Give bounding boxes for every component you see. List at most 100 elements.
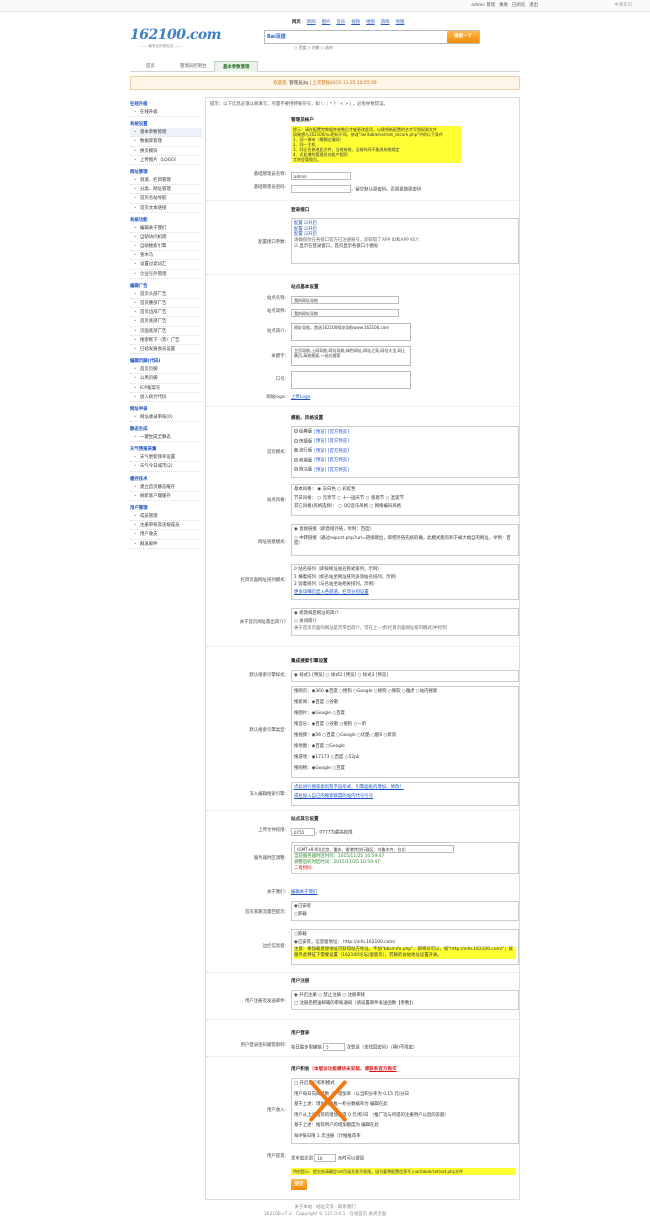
search-tab-game[interactable]: 游戏 xyxy=(381,20,390,26)
upload-perm-input[interactable]: 0755 xyxy=(291,828,315,836)
column-opt-1[interactable]: 1 横着排列（如名站坐网址排列多添站名排列，示例） xyxy=(294,575,516,581)
top-link-admin[interactable]: admin 管理 xyxy=(471,3,495,9)
side-info-opt-1[interactable]: ◉已安装，信息窗地址： http://info.162100.com/ xyxy=(294,940,516,946)
style-other[interactable]: 其它风格(风格选择)： ○ QQ音乐风格 ○ 网络编码风格 xyxy=(294,504,516,510)
sidebar-item[interactable]: 首页文本链接 xyxy=(130,204,202,213)
radio-icon[interactable] xyxy=(294,457,298,462)
tab-console[interactable]: 管理员控制台 xyxy=(172,61,214,72)
sidebar-item[interactable]: 首页腰部广告 xyxy=(130,299,202,308)
radio-icon[interactable] xyxy=(294,438,298,443)
sidebar-item[interactable]: 查木马 xyxy=(130,251,202,261)
search-tab-news[interactable]: 新闻 xyxy=(307,20,316,26)
about-intro-opt-1[interactable]: ○ 关闭简介 xyxy=(294,619,516,625)
search-input[interactable]: Bai百度 搜索一下 xyxy=(264,30,480,44)
sidebar-item[interactable]: 群发邮件 xyxy=(130,540,202,549)
sidebar-item[interactable]: 首页底部广告 xyxy=(130,317,202,327)
site-slogan-textarea[interactable] xyxy=(291,371,411,389)
income-buy-link[interactable]: 联系官方购买 xyxy=(369,1067,397,1072)
se-type-row[interactable]: 搜图片：◉Google ○百度 xyxy=(294,711,516,722)
sidebar-item[interactable]: 上传图片（LOGO） xyxy=(130,156,202,165)
sidebar-item[interactable]: 网址收录审核(0) xyxy=(130,413,202,422)
top-link-read[interactable]: 已阅览 xyxy=(512,3,525,9)
link-redirect[interactable]: ○ 中转链接（通过export.php?url=链接跳出，即把外链先统的确，此模… xyxy=(294,536,516,547)
search-tab-image[interactable]: 图片 xyxy=(322,20,331,26)
mode-preview-link[interactable]: [预览] [官方预览] xyxy=(314,468,349,473)
sidebar-item[interactable]: 公用页脚 xyxy=(130,374,202,384)
search-tab-music[interactable]: 音乐 xyxy=(336,20,345,26)
se-type-row[interactable]: 搜地图：◉百度 ○Google xyxy=(294,744,516,755)
se-deep-link-0[interactable]: 点此进行搜索类别及字段形式、引擎面板的增加、修改！ xyxy=(294,785,516,791)
register-mail-check[interactable]: □ 注册后把送邮箱的审核通知（请设置邮件发送函数【参数】） xyxy=(294,1001,516,1007)
traffic-opt-1[interactable]: ○卸载 xyxy=(294,912,516,918)
mode-option[interactable]: 经典版 [预览] [官方预览] xyxy=(294,429,516,439)
radio-icon[interactable] xyxy=(294,429,298,433)
sidebar-item[interactable]: 搜索框下（旁）广告 xyxy=(130,336,202,345)
se-type-row[interactable]: 搜视频：◉56 ○百度 ○Google ○优酷 ○酷6 ○新浪 xyxy=(294,733,516,744)
sidebar-item[interactable]: 首页头部广告 xyxy=(130,290,202,299)
mode-preview-link[interactable]: [预览] [官方预览] xyxy=(314,439,349,444)
sidebar-item[interactable]: 企业号外管理 xyxy=(130,270,202,279)
style-festival[interactable]: 节日风格： ○ 元宵节 ○ 十一国庆节 ○ 感恩节 ○ 圣诞节 xyxy=(294,496,516,502)
site-kw-textarea[interactable]: 主页导航,上网导航,网址导航,绿色网址,网址之家,网址大全,网上黄页,高效搜索,… xyxy=(291,346,411,366)
sidebar-item[interactable]: 一键生成全静态 xyxy=(130,433,202,442)
sidebar-item[interactable]: 在线升级 xyxy=(130,108,202,117)
sidebar-item[interactable]: 分类、网址管理 xyxy=(130,185,202,195)
search-options[interactable]: ○ 百度 ○ 谷歌 ○ 站内 xyxy=(294,45,333,51)
traffic-opt-0[interactable]: ◉已安装 xyxy=(294,904,516,910)
income-row[interactable]: 基于上述：推荐用户的增加额度为 编辑在此 xyxy=(294,1123,516,1134)
site-alias-input[interactable]: 我的网址导航 xyxy=(291,309,399,317)
sidebar-item[interactable]: 编辑关于我们 xyxy=(130,224,202,233)
sidebar-item[interactable]: 建立首页静态缓存 xyxy=(130,483,202,492)
link-direct[interactable]: ◉ 直接链接（即直接外链，举例：百度） xyxy=(294,527,516,533)
site-name-input[interactable]: 我的网址导航 xyxy=(291,296,399,304)
submit-button[interactable]: 提交 xyxy=(291,1179,307,1190)
radio-icon[interactable] xyxy=(294,448,298,453)
se-type-row[interactable]: 搜购物：◉Google ○百度 xyxy=(294,766,516,777)
tab-basic-params[interactable]: 基本参数管理 xyxy=(214,61,259,72)
sidebar-item[interactable]: 用户收支 xyxy=(130,530,202,540)
site-intro-textarea[interactable]: 网址导航，首选162100网址导航www.162100.com xyxy=(291,323,411,341)
mode-option[interactable]: 快捷版 [预览] [官方预览] xyxy=(294,438,516,449)
sidebar-item[interactable]: 首页页脚 xyxy=(130,365,202,375)
se-deep-link-1[interactable]: 或拉加入自己的搜索联盟的站内代号引号 xyxy=(294,794,516,800)
side-info-opt-0[interactable]: ○卸载 xyxy=(294,932,516,938)
se-type-row[interactable]: 搜音乐：◉百度 ○谷歌 ○搜狗 ○一听 xyxy=(294,722,516,733)
admin-name-input[interactable]: admin xyxy=(291,172,351,180)
admin-pwd-input[interactable] xyxy=(291,185,351,193)
sidebar-item[interactable]: 加入统计代码 xyxy=(130,393,202,402)
sidebar-item[interactable]: 频道、栏目管理 xyxy=(130,176,202,185)
login-limit-input[interactable]: 5 xyxy=(323,1043,346,1051)
sidebar-item[interactable]: 天气更新频率设置 xyxy=(130,453,202,463)
sidebar-item[interactable]: 已站发展会员设置 xyxy=(130,345,202,354)
sidebar-item[interactable]: 成员管理 xyxy=(130,512,202,521)
search-button[interactable]: 搜索一下 xyxy=(447,31,479,43)
se-type-row[interactable]: 搜游戏：◉17173 ○百度 ○52pk xyxy=(294,755,516,766)
column-opt-0[interactable]: 0 站名排列（即按网址站名称式排列，示例） xyxy=(294,567,516,573)
sidebar-item[interactable]: 首页名站导航 xyxy=(130,194,202,204)
mode-preview-link[interactable]: [预览] [官方预览] xyxy=(314,458,349,463)
top-link-lang[interactable]: 中英车页 xyxy=(614,3,632,9)
sidebar-item[interactable]: 自助搜索引擎 xyxy=(130,242,202,251)
sidebar-item[interactable]: 数据库管理 xyxy=(130,137,202,147)
radio-icon[interactable] xyxy=(294,467,298,472)
register-opts[interactable]: ◉ 开启注册 ○ 禁止注册 ○ 注册审核 xyxy=(294,993,516,999)
upload-logo-link[interactable]: 上传Logo xyxy=(291,395,519,401)
sidebar-item[interactable]: 基本参数管理 xyxy=(130,128,202,138)
sidebar-item[interactable]: 页面底部广告 xyxy=(130,327,202,336)
sidebar-item[interactable]: 换页模块 xyxy=(130,147,202,156)
income-row[interactable]: 每IP每日限 1 次注册（计推推荐率 xyxy=(294,1134,516,1145)
cash-input[interactable]: 10 xyxy=(314,1154,337,1162)
sidebar-item[interactable]: 注册审核及违规成员 xyxy=(130,521,202,531)
mode-option[interactable]: 商城版 [预览] [官方预览] xyxy=(294,457,516,468)
top-link-logout[interactable]: 退出 xyxy=(529,3,538,9)
style-basic[interactable]: 基本风格： ◉ 灰白色 ○ 彩虹色 xyxy=(294,487,516,493)
sidebar-item[interactable]: 刷新客户端缓存 xyxy=(130,492,202,501)
column-more-link[interactable]: 更多详细页显入各频道、栏目分别设置 xyxy=(294,590,516,596)
footer-links[interactable]: 关于本站 · 站址交流 · 联系我们 xyxy=(130,1205,520,1211)
se-type-row[interactable]: 搜网页：◉360 ◉百度 ○搜狗 ○Google ○搜狗 ○微软 ○雅虎 ○站内… xyxy=(294,689,516,700)
search-tab-map2[interactable]: 地图 xyxy=(396,20,405,26)
tab-home[interactable]: 首页 xyxy=(138,61,163,72)
search-tab-map[interactable]: 地图 xyxy=(366,20,375,26)
se-type-row[interactable]: 搜新闻：◉百度 ○谷歌 xyxy=(294,700,516,711)
site-logo[interactable]: 162100.com —— 最专业的网址站 —— xyxy=(130,26,222,49)
